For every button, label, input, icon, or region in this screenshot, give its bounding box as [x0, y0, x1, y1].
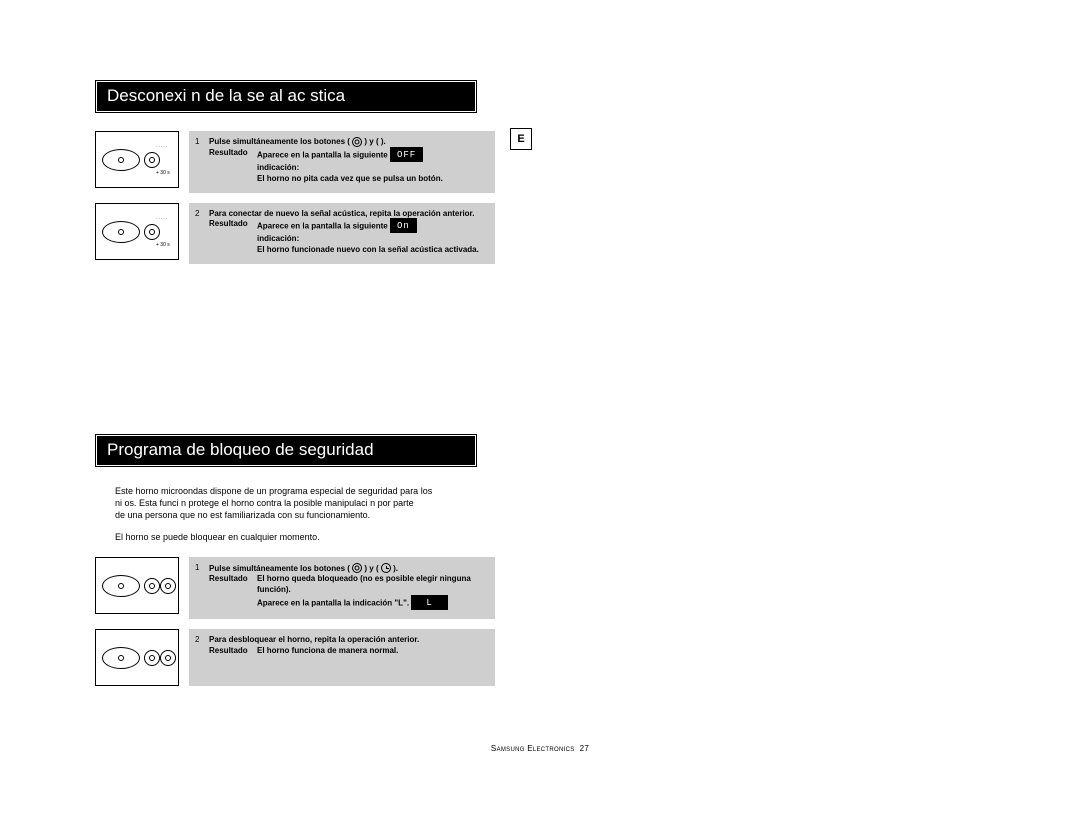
text: función). [257, 585, 291, 594]
language-badge: E [510, 128, 532, 150]
sec2-step2-row: 2 Para desbloquear el horno, repita la o… [95, 629, 495, 686]
section1-title-bar: Desconexi n de la se al ac stica [95, 80, 477, 113]
text: Pulse simultáneamente los botones ( [209, 137, 350, 146]
result-label: Resultado [209, 148, 257, 185]
dial-icon [102, 647, 140, 669]
text: ) y ( [364, 564, 378, 573]
sec1-step1-body: 1 Pulse simultáneamente los botones ( ) … [189, 131, 495, 193]
dial-icon [102, 575, 140, 597]
sec2-step1-row: 1 Pulse simultáneamente los botones ( ) … [95, 557, 495, 619]
ticks-icon: · · · · · [156, 216, 167, 221]
text: ni os. Esta funci n protege el horno con… [115, 498, 414, 508]
display-on: On [390, 218, 417, 233]
text: El horno funcionade nuevo con la señal a… [257, 245, 479, 254]
section2-title: Programa de bloqueo de seguridad [96, 435, 476, 466]
sec1-step2-row: · · · · · + 30 s 2 Para conectar de nuev… [95, 203, 495, 264]
text: El horno se puede bloquear en cualquier … [115, 532, 320, 542]
sec2-step2-body: 2 Para desbloquear el horno, repita la o… [189, 629, 495, 686]
diagram-oven-buttons [95, 557, 179, 614]
diagram-label: + 30 s [156, 170, 170, 176]
section2-paragraph2: El horno se puede bloquear en cualquier … [115, 531, 515, 543]
footer-page: 27 [580, 744, 590, 753]
button-clock-icon [160, 650, 176, 666]
text: El horno no pita cada vez que se pulsa u… [257, 174, 443, 183]
clock-icon [381, 563, 391, 573]
button-stop-icon [144, 152, 160, 168]
footer-brand: Samsung Electronics [491, 744, 575, 753]
text: indicación: [257, 234, 299, 243]
sec1-step1-row: · · · · · + 30 s 1 Pulse simultáneamente… [95, 131, 495, 193]
text: Aparece en la pantalla la siguiente [257, 222, 388, 231]
text: Para desbloquear el horno, repita la ope… [209, 635, 419, 644]
button-clock-icon [160, 578, 176, 594]
text: de una persona que no est familiarizada … [115, 510, 370, 520]
text: El horno queda bloqueado (no es posible … [257, 574, 471, 583]
result-label: Resultado [209, 219, 257, 256]
result-label: Resultado [209, 646, 257, 657]
dial-icon [102, 149, 140, 171]
ticks-icon: · · · · · [156, 144, 167, 149]
step-number: 1 [195, 137, 199, 148]
button-stop-icon [144, 578, 160, 594]
section2-title-bar: Programa de bloqueo de seguridad [95, 434, 477, 467]
result-label: Resultado [209, 574, 257, 611]
dial-icon [102, 221, 140, 243]
section2-paragraph: Este horno microondas dispone de un prog… [115, 485, 515, 521]
text: El horno funciona de manera normal. [257, 646, 398, 655]
diagram-oven-buttons [95, 629, 179, 686]
text: Aparece en la pantalla la siguiente [257, 151, 388, 160]
step-number: 2 [195, 635, 199, 646]
section1-title: Desconexi n de la se al ac stica [96, 81, 476, 112]
text: Aparece en la pantalla la indicación "L"… [257, 599, 409, 608]
display-off: OFF [390, 147, 423, 162]
diagram-label: + 30 s [156, 242, 170, 248]
sec1-step2-body: 2 Para conectar de nuevo la señal acústi… [189, 203, 495, 264]
diagram-oven-buttons: · · · · · + 30 s [95, 131, 179, 188]
text: Para conectar de nuevo la señal acústica… [209, 209, 474, 218]
diagram-oven-buttons: · · · · · + 30 s [95, 203, 179, 260]
display-locked: L [411, 595, 447, 610]
text: indicación: [257, 163, 299, 172]
step-number: 1 [195, 563, 199, 574]
button-stop-icon [144, 224, 160, 240]
text: Este horno microondas dispone de un prog… [115, 486, 432, 496]
language-badge-letter: E [510, 128, 532, 150]
page-footer: Samsung Electronics 27 [0, 744, 1080, 753]
stop-icon [352, 137, 362, 147]
text: ) y ( [364, 137, 378, 146]
step-number: 2 [195, 209, 199, 220]
sec2-step1-body: 1 Pulse simultáneamente los botones ( ) … [189, 557, 495, 619]
text: ). [393, 564, 398, 573]
button-stop-icon [144, 650, 160, 666]
text: Pulse simultáneamente los botones ( [209, 564, 350, 573]
text: ). [381, 137, 386, 146]
stop-icon [352, 563, 362, 573]
